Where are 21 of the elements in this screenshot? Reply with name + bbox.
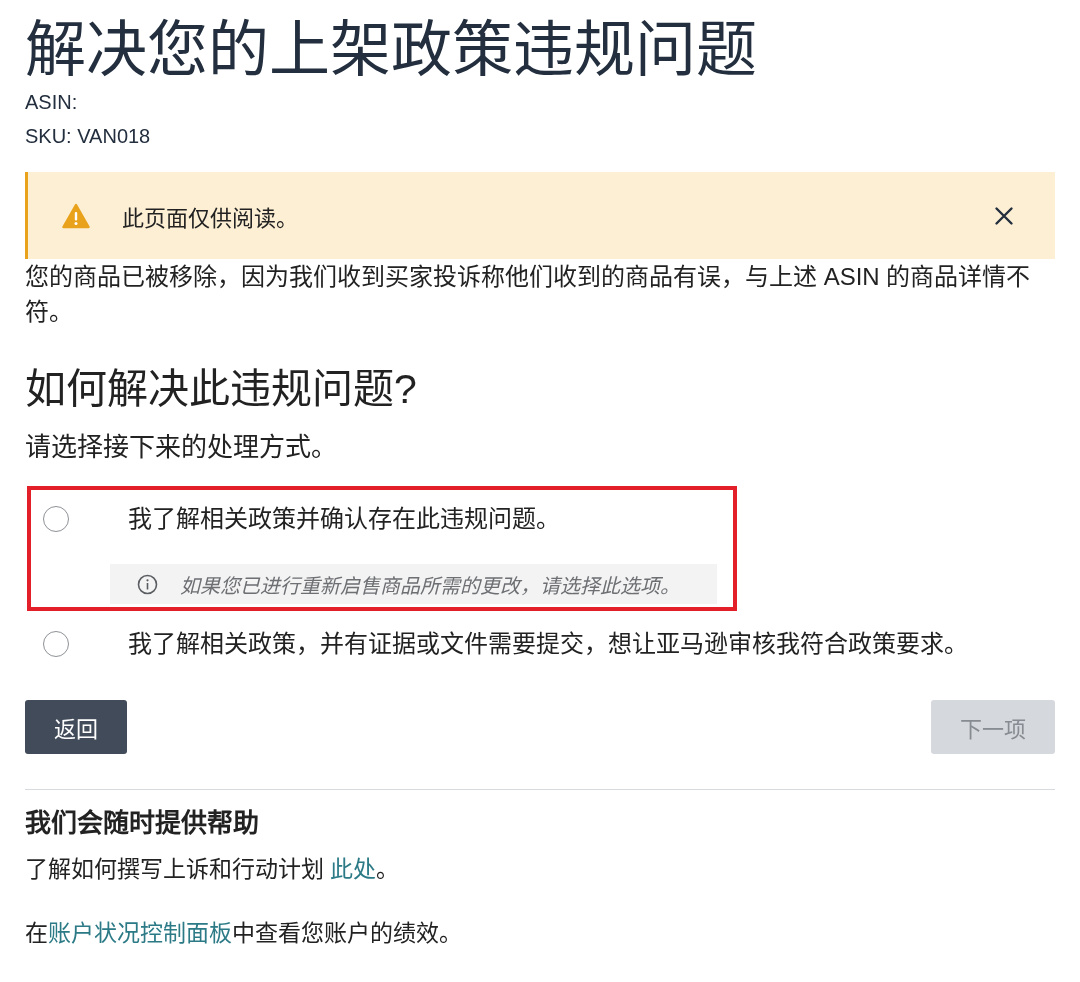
section-heading: 如何解决此违规问题? [25, 365, 418, 414]
asin-label: ASIN: [25, 90, 79, 115]
help-link[interactable]: 账户状况控制面板 [48, 920, 232, 946]
sku-label: SKU: VAN018 [25, 124, 152, 149]
info-icon [137, 573, 158, 595]
help-link[interactable]: 此处 [330, 856, 377, 882]
help-heading: 我们会随时提供帮助 [25, 807, 260, 840]
removal-notice: 您的商品已被移除，因为我们收到买家投诉称他们收到的商品有误，与上述 ASIN 的商品详情不符。 [25, 262, 1032, 327]
warning-icon [62, 202, 90, 229]
back-button[interactable]: 返回 [25, 700, 127, 754]
note-text: 如果您已进行重新启售商品所需的更改，请选择此选项。 [180, 573, 680, 599]
radio-button[interactable] [43, 506, 69, 532]
prompt-text: 请选择接下来的处理方式。 [25, 431, 338, 464]
help-text: 在账户状况控制面板中查看您账户的绩效。 [25, 919, 463, 948]
option-label: 我了解相关政策并确认存在此违规问题。 [128, 504, 560, 534]
radio-button[interactable] [43, 631, 69, 657]
alert-text: 此页面仅供阅读。 [122, 204, 299, 232]
option-label: 我了解相关政策，并有证据或文件需要提交，想让亚马逊审核我符合政策要求。 [128, 629, 968, 659]
help-text: 了解如何撰写上诉和行动计划 此处。 [25, 855, 401, 884]
page-title: 解决您的上架政策违规问题 [25, 15, 758, 85]
close-icon[interactable] [994, 205, 1014, 226]
